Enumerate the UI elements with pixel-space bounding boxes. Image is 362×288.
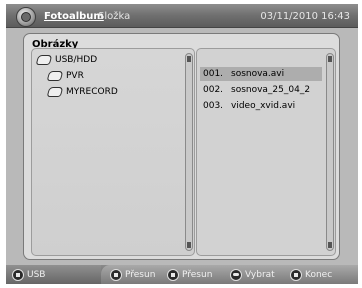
list-scrollbar[interactable]	[326, 53, 334, 251]
folder-icon	[46, 71, 64, 81]
folder-icon	[35, 55, 53, 65]
tree-item-label: MYRECORD	[66, 87, 118, 97]
select-label: Vybrat	[245, 269, 275, 280]
exit-button[interactable]: Konec	[290, 268, 332, 281]
app-title: Fotoalbum	[44, 11, 104, 22]
exit-icon	[290, 268, 302, 281]
up-down-arrows-icon	[110, 268, 122, 281]
file-list-pane[interactable]: 001. sosnova.avi 002. sosnova_25_04_2 00…	[196, 48, 336, 256]
header-bar: Fotoalbum Složka 03/11/2010 16:43	[6, 4, 358, 28]
footer-bar: USB Přesun Přesun Vybrat Konec	[6, 265, 358, 284]
tree-item-label: USB/HDD	[55, 55, 98, 65]
tree-item-pvr[interactable]: PVR	[46, 69, 84, 83]
exit-label: Konec	[305, 269, 333, 280]
usb-button[interactable]: USB	[12, 268, 45, 281]
move-label: Přesun	[182, 269, 213, 280]
file-number: 001.	[203, 69, 224, 79]
file-row[interactable]: 002. sosnova_25_04_2	[200, 83, 322, 97]
folder-icon	[46, 87, 64, 97]
scroll-up-icon	[328, 56, 332, 62]
file-number: 003.	[203, 101, 224, 111]
left-right-arrows-icon	[167, 268, 179, 281]
scroll-up-icon	[187, 56, 191, 62]
ok-icon	[230, 268, 242, 281]
folder-tree-pane[interactable]: USB/HDD PVR MYRECORD	[31, 48, 195, 256]
file-number: 002.	[203, 85, 224, 95]
file-row-selected[interactable]: 001. sosnova.avi	[200, 67, 322, 81]
section-title: Složka	[98, 11, 131, 22]
file-row[interactable]: 003. video_xvid.avi	[200, 99, 322, 113]
tree-item-usb-hdd[interactable]: USB/HDD	[35, 53, 98, 67]
tree-scrollbar[interactable]	[185, 53, 193, 251]
file-name: sosnova.avi	[231, 69, 285, 79]
move-label: Přesun	[125, 269, 156, 280]
scroll-down-icon	[328, 242, 332, 248]
app-logo-icon	[16, 7, 36, 27]
date-time: 03/11/2010 16:43	[260, 11, 350, 22]
move-up-down-button[interactable]: Přesun	[110, 268, 155, 281]
select-button[interactable]: Vybrat	[230, 268, 275, 281]
file-name: sosnova_25_04_2	[231, 85, 311, 95]
file-name: video_xvid.avi	[231, 101, 296, 111]
tree-item-label: PVR	[66, 71, 84, 81]
move-left-right-button[interactable]: Přesun	[167, 268, 212, 281]
tree-item-myrecord[interactable]: MYRECORD	[46, 85, 118, 99]
usb-label: USB	[27, 269, 46, 280]
scroll-down-icon	[187, 242, 191, 248]
usb-icon	[12, 268, 24, 281]
